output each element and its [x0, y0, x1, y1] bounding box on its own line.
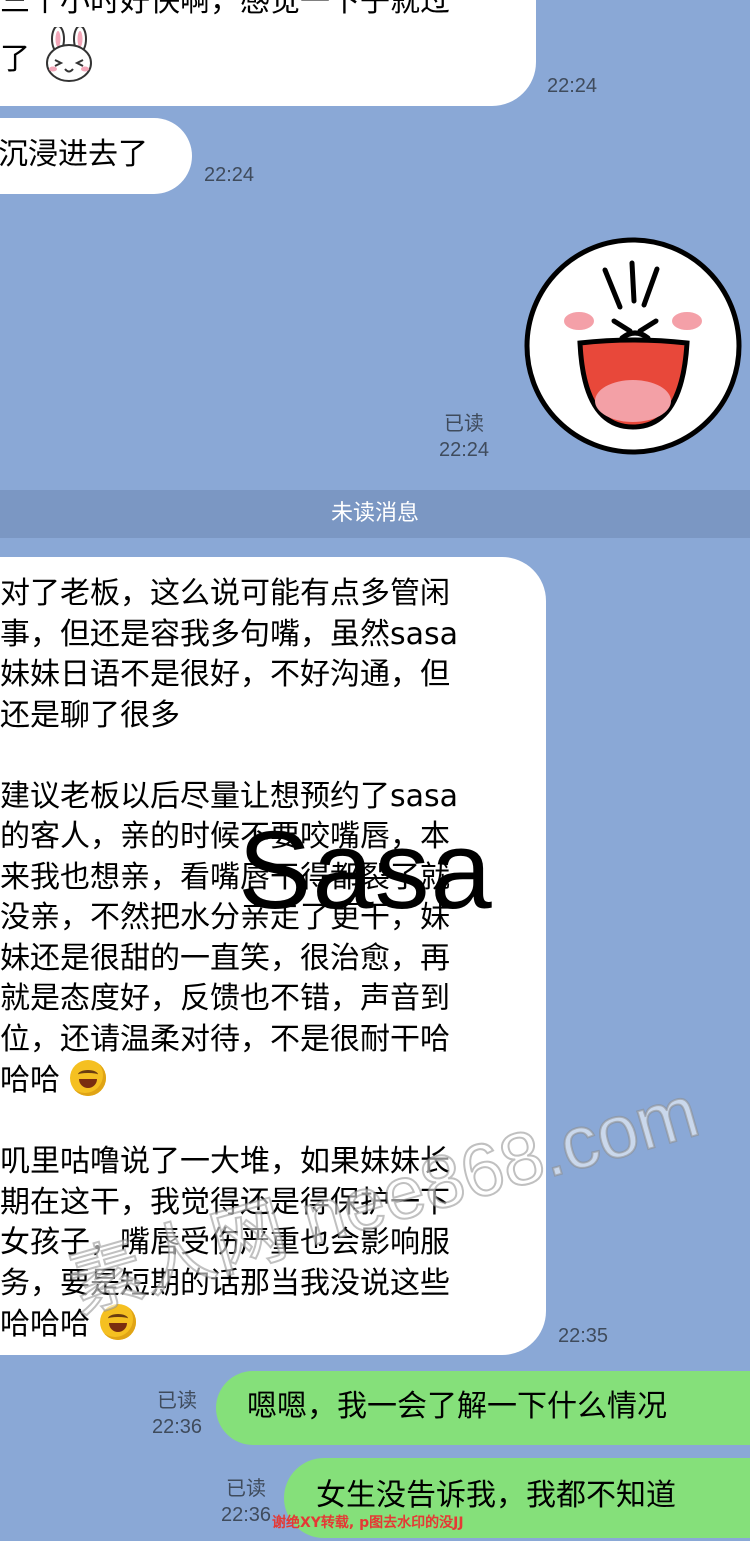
read-receipt: 已读 22:24 — [438, 413, 490, 461]
message-text: 沉浸进去了 — [0, 137, 148, 172]
read-receipt: 已读 22:36 — [220, 1478, 272, 1526]
footer-watermark-note: 谢绝XY转载, p图去水印的没JJ — [272, 1515, 464, 1531]
message-time: 22:24 — [547, 75, 598, 97]
laughing-face-sticker-icon[interactable] — [522, 235, 744, 457]
bunny-emoji-icon — [45, 24, 92, 82]
message-bubble-incoming[interactable]: 三个小时好快啊，感觉一下子就过 了 — [0, 0, 536, 106]
read-receipt: 已读 22:36 — [151, 1390, 203, 1438]
message-text: 女生没告诉我，我都不知道 — [316, 1478, 676, 1513]
message-text: 嗯嗯，我一会了解一下什么情况 — [247, 1389, 667, 1424]
message-bubble-incoming[interactable]: 沉浸进去了 — [0, 118, 192, 194]
rolling-laughing-emoji-icon — [69, 1060, 106, 1096]
unread-divider: 未读消息 — [0, 490, 750, 538]
message-bubble-outgoing[interactable]: 嗯嗯，我一会了解一下什么情况 — [216, 1371, 750, 1445]
message-time: 22:24 — [204, 164, 255, 186]
name-watermark: Sasa — [238, 809, 493, 932]
message-text: 三个小时好快啊，感觉一下子就过 了 — [0, 0, 450, 85]
message-time: 22:35 — [558, 1325, 609, 1347]
